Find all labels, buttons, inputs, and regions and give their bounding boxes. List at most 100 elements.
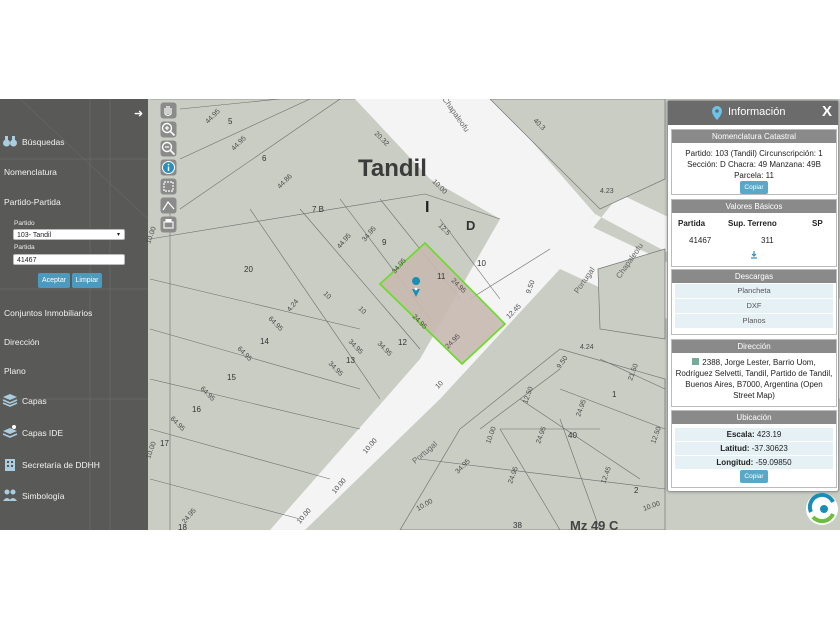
latitud-row: Latitud: -37.30623 [675, 442, 833, 455]
info-icon[interactable] [160, 159, 177, 176]
latitud-value: -37.30623 [751, 444, 788, 453]
col-partida: Partida [678, 219, 706, 228]
partida-value: 41467 [17, 257, 37, 264]
parcel-number: 10 [477, 259, 486, 268]
valores-heading: Valores Básicos [672, 200, 836, 213]
lot-dimension: 4.24 [580, 344, 594, 351]
direccion-line: Street Map) [733, 391, 775, 400]
measure-icon[interactable] [160, 197, 177, 214]
osm-image-icon [692, 358, 700, 365]
parcel-number: 13 [346, 356, 355, 365]
parcel-number: 16 [192, 405, 201, 414]
arba-logo-icon [806, 492, 838, 525]
zone-letter-i: I [425, 199, 429, 216]
panel-title: Información [728, 106, 786, 118]
ubicacion-card: Ubicación Escala: 423.19 Latitud: -37.30… [671, 410, 837, 488]
collapse-arrow-icon[interactable]: ➜ [134, 107, 143, 120]
latitud-label: Latitud: [720, 444, 750, 453]
parcel-number: 17 [160, 439, 169, 448]
sidebar-item-busquedas[interactable]: Búsquedas [22, 137, 65, 147]
direccion-heading: Dirección [672, 340, 836, 353]
parcel-number: 7 B [312, 205, 324, 214]
parcel-number: 11 [437, 272, 446, 281]
direccion-text: 2388, Jorge Lester, Barrio Uom, [702, 358, 816, 367]
download-plancheta[interactable]: Plancheta [675, 284, 833, 298]
sup-terreno-value: 311 [761, 236, 774, 245]
direccion-line: 2388, Jorge Lester, Barrio Uom, [672, 357, 836, 368]
descargas-card: Descargas Plancheta DXF Planos [671, 269, 837, 335]
download-icon[interactable] [750, 251, 758, 259]
partida-value: 41467 [689, 236, 712, 245]
nomenclatura-line: Parcela: 11 [734, 171, 774, 180]
sidebar-item-conjuntos[interactable]: Conjuntos Inmobiliarios [4, 308, 92, 318]
sidebar-item-secretaria[interactable]: Secretaría de DDHH [22, 460, 100, 470]
longitud-row: Longitud: -59.09850 [675, 456, 833, 469]
col-sp: SP [812, 219, 823, 228]
sidebar-item-nomenclatura[interactable]: Nomenclatura [4, 167, 57, 177]
partido-select[interactable]: 103- Tandil ▾ [13, 229, 125, 240]
nomenclatura-line: Sección: D Chacra: 49 Manzana: 49B [687, 160, 821, 169]
parcel-number: 1 [612, 390, 617, 399]
location-pin-icon [712, 106, 722, 120]
direccion-line: Rodríguez Selvetti, Tandil, Partido de T… [675, 369, 833, 378]
parcel-number: 5 [228, 117, 233, 126]
longitud-label: Longitud: [716, 458, 754, 467]
partida-label: Partida [14, 244, 35, 251]
sidebar-item-capas[interactable]: Capas [22, 396, 47, 406]
parcel-number: 38 [513, 521, 522, 530]
parcel-number: 15 [227, 373, 236, 382]
layers-icon [2, 394, 18, 407]
valores-card: Valores Básicos Partida Sup. Terreno SP … [671, 199, 837, 267]
info-panel-header: Información X [668, 101, 838, 125]
col-sup-terreno: Sup. Terreno [728, 219, 777, 228]
longitud-value: -59.09850 [755, 458, 792, 467]
escala-value: 423.19 [756, 430, 782, 439]
sidebar: ➜ Búsquedas Nomenclatura Partido-Partida… [0, 99, 148, 530]
sidebar-item-direccion[interactable]: Dirección [4, 337, 39, 347]
print-icon[interactable] [160, 216, 177, 233]
city-label: Tandil [358, 155, 427, 182]
zone-letter-d: D [466, 218, 475, 233]
nomenclatura-card: Nomenclatura Catastral Partido: 103 (Tan… [671, 129, 837, 195]
escala-label: Escala: [726, 430, 755, 439]
people-icon [3, 489, 17, 501]
descargas-heading: Descargas [672, 270, 836, 283]
download-dxf[interactable]: DXF [675, 299, 833, 313]
parcel-number: 2 [634, 486, 639, 495]
clear-button[interactable]: Limpiar [72, 273, 102, 288]
partido-value: 103- Tandil [17, 232, 52, 239]
parcel-number: 14 [260, 337, 269, 346]
sidebar-item-capas-ide[interactable]: Capas IDE [22, 428, 63, 438]
direccion-line: Buenos Aires, B7000, Argentina (Open [685, 380, 823, 389]
download-planos[interactable]: Planos [675, 314, 833, 328]
sidebar-item-simbologia[interactable]: Simbología [22, 491, 65, 501]
zoom-in-icon[interactable] [160, 121, 177, 138]
parcel-number: 6 [262, 154, 267, 163]
building-icon [5, 459, 15, 471]
nomenclatura-line: Partido: 103 (Tandil) Circunscripción: 1 [685, 149, 823, 158]
select-area-icon[interactable] [160, 178, 177, 195]
pan-hand-icon[interactable] [160, 102, 177, 119]
sidebar-item-plano[interactable]: Plano [4, 366, 26, 376]
accept-button[interactable]: Aceptar [38, 273, 70, 288]
parcel-number: 20 [244, 265, 253, 274]
direccion-card: Dirección 2388, Jorge Lester, Barrio Uom… [671, 339, 837, 407]
copy-ubicacion-button[interactable]: Copiar [740, 470, 768, 483]
partida-input[interactable]: 41467 [13, 254, 125, 265]
parcel-number: 12 [398, 338, 407, 347]
binoculars-icon [3, 136, 17, 147]
zoom-out-icon[interactable] [160, 140, 177, 157]
sidebar-item-partido-partida[interactable]: Partido-Partida [4, 197, 61, 207]
manzana-label: Mz 49 C [570, 518, 619, 530]
copy-nomenclatura-button[interactable]: Copiar [740, 181, 768, 194]
info-panel: Información X Nomenclatura Catastral Par… [667, 100, 839, 492]
map-app: Tandil I D Mz 49 C Chapaleofu Portugal P… [0, 99, 840, 530]
layers-cloud-icon [2, 425, 18, 438]
parcel-number: 40 [568, 431, 577, 440]
escala-row: Escala: 423.19 [675, 428, 833, 441]
partido-label: Partido [14, 220, 35, 227]
ubicacion-heading: Ubicación [672, 411, 836, 424]
close-button[interactable]: X [822, 103, 832, 120]
chevron-down-icon: ▾ [116, 232, 120, 238]
parcel-number: 4.23 [600, 188, 614, 195]
